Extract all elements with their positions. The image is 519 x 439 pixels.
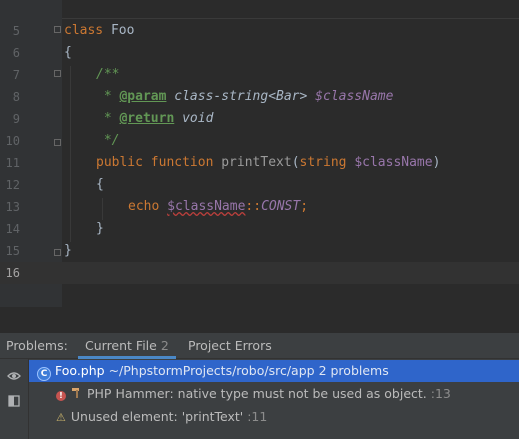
code-token: $className: [354, 155, 433, 170]
preview-icon[interactable]: [7, 393, 21, 407]
line-number: 14: [5, 222, 20, 236]
problems-panel: Problems: Current File 2 Project Errors …: [0, 333, 519, 439]
code-token: {: [96, 177, 104, 192]
code-token: @return: [119, 111, 175, 126]
line-number: 15: [5, 244, 20, 258]
problems-toolbar: [0, 359, 29, 439]
fold-marker-icon[interactable]: [54, 139, 61, 146]
warning-icon: ⚠: [56, 411, 66, 424]
problems-tree: C Foo.php ~/PhpstormProjects/robo/src/app…: [29, 359, 519, 439]
code-line[interactable]: 13 echo $className::CONST;: [0, 196, 519, 218]
code-token: }: [96, 221, 104, 236]
code-token: printText: [221, 155, 292, 170]
code-token: ::: [245, 199, 262, 214]
eye-icon[interactable]: [7, 368, 21, 382]
code-token: @param: [119, 89, 167, 104]
problem-item[interactable]: ! PHP Hammer: native type must not be us…: [29, 383, 519, 405]
editor-bottom-area: [0, 307, 519, 333]
problem-line-ref: :13: [426, 386, 451, 401]
line-number: 8: [12, 90, 20, 104]
code-line[interactable]: 15 }: [0, 240, 519, 262]
problems-label: Problems:: [6, 338, 68, 353]
code-line[interactable]: 8 * @param class-string<Bar> $className: [0, 86, 519, 108]
problem-line-ref: :11: [243, 409, 268, 424]
code-token: /**: [96, 67, 120, 82]
code-token: }: [64, 243, 72, 258]
problem-filename: Foo.php: [55, 363, 105, 378]
code-token: (: [291, 155, 300, 170]
code-token: echo: [128, 199, 168, 214]
code-token: string: [299, 155, 355, 170]
code-token: void: [174, 111, 214, 126]
code-line[interactable]: 12 {: [0, 174, 519, 196]
line-number: 7: [12, 68, 20, 82]
code-token: */: [96, 133, 120, 148]
php-class-icon: C: [37, 367, 51, 381]
code-token: ): [432, 155, 441, 170]
line-number: 5: [12, 24, 20, 38]
error-icon: !: [56, 391, 66, 401]
code-token: *: [96, 111, 120, 126]
fold-marker-icon[interactable]: [54, 70, 61, 77]
code-token: $className: [167, 199, 246, 214]
code-token: $className: [315, 89, 394, 104]
problem-message: Unused element: 'printText': [70, 409, 244, 424]
code-line[interactable]: 11 public function printText(string $cla…: [0, 152, 519, 174]
fold-marker-icon[interactable]: [54, 249, 61, 256]
tab-project-errors[interactable]: Project Errors: [188, 333, 272, 359]
code-token: {: [64, 45, 72, 60]
code-editor[interactable]: 5 class Foo 6 { 7 /** 8 * @param class-s…: [0, 0, 519, 307]
problem-item[interactable]: ⚠ Unused element: 'printText' :11: [29, 406, 519, 428]
problem-message: PHP Hammer: native type must not be used…: [87, 386, 427, 401]
code-token: ;: [300, 199, 309, 214]
code-line[interactable]: 14 }: [0, 218, 519, 240]
code-line[interactable]: 5 class Foo: [0, 20, 519, 42]
tab-current-file[interactable]: Current File 2: [78, 333, 176, 359]
line-number: 9: [12, 112, 20, 126]
hammer-icon: [71, 384, 83, 406]
tab-label: Project Errors: [188, 338, 272, 353]
problem-file-path: ~/PhpstormProjects/robo/src/app: [104, 363, 315, 378]
line-number: 16: [5, 266, 20, 280]
method-separator: [62, 18, 519, 19]
code-line-current[interactable]: 16: [0, 262, 519, 284]
fold-marker-icon[interactable]: [54, 26, 61, 33]
code-line[interactable]: 7 /**: [0, 64, 519, 86]
line-number: 6: [12, 46, 20, 60]
code-token: class: [64, 23, 104, 38]
code-token: CONST: [261, 199, 301, 214]
line-number: 10: [5, 134, 20, 148]
problem-file-row[interactable]: C Foo.php ~/PhpstormProjects/robo/src/app…: [29, 360, 519, 382]
code-token: *: [96, 89, 120, 104]
tab-count: 2: [160, 338, 169, 353]
code-line[interactable]: 10 */: [0, 130, 519, 152]
code-line[interactable]: 6 {: [0, 42, 519, 64]
line-number: 13: [5, 200, 20, 214]
problems-tab-bar: Problems: Current File 2 Project Errors: [0, 333, 519, 359]
code-token: Foo: [103, 23, 135, 38]
code-token: public function: [96, 155, 222, 170]
problem-count-summary: 2 problems: [314, 363, 389, 378]
line-number: 11: [5, 156, 20, 170]
tab-label: Current File: [85, 338, 157, 353]
code-line[interactable]: 9 * @return void: [0, 108, 519, 130]
code-token: class-string<Bar>: [166, 89, 316, 104]
line-number: 12: [5, 178, 20, 192]
